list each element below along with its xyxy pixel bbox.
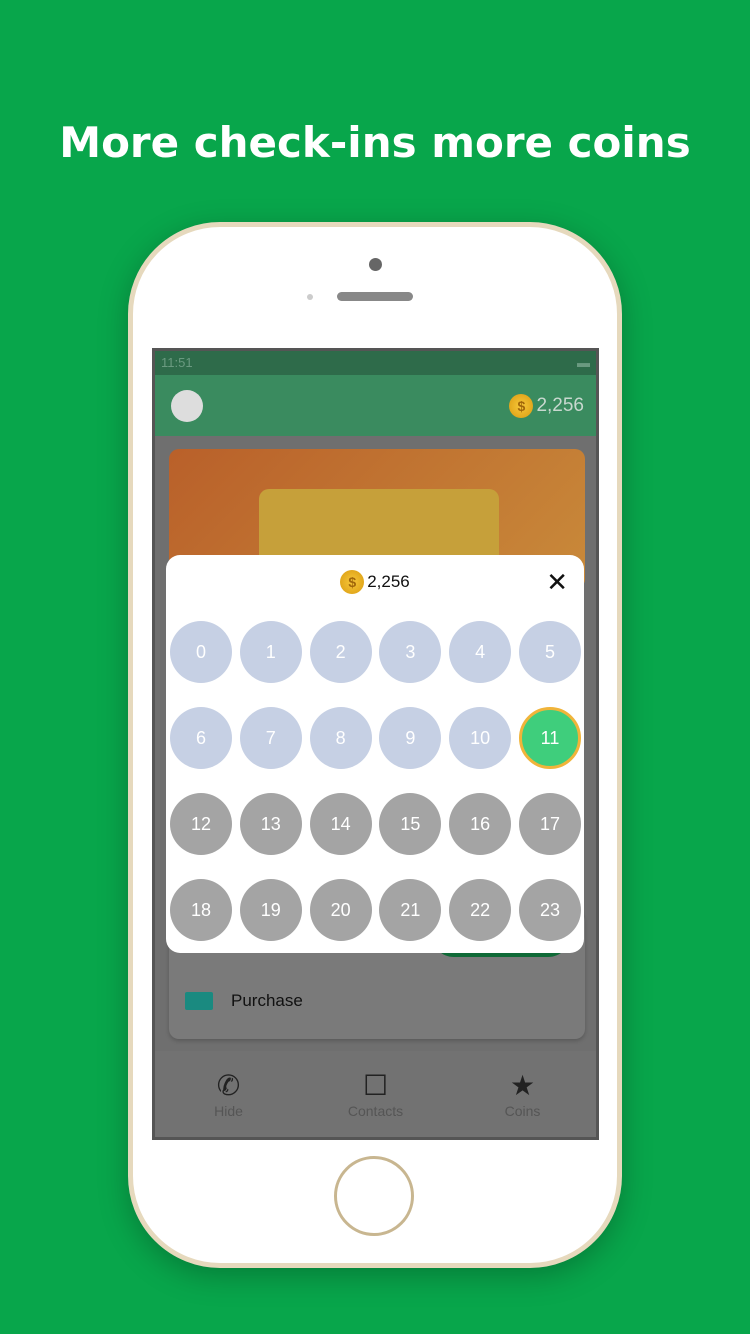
coin-icon: $: [509, 393, 534, 418]
status-time: 11:51: [161, 355, 193, 370]
balance-value: 2,256: [536, 394, 584, 416]
coin-balance: $2,256: [509, 393, 584, 418]
day-4-button[interactable]: 4: [449, 621, 512, 683]
tab-coins[interactable]: ★ Coins: [463, 1051, 583, 1137]
contacts-icon: ☐: [362, 1070, 389, 1101]
day-10-button[interactable]: 10: [449, 707, 512, 769]
day-22-button[interactable]: 22: [449, 879, 512, 941]
day-12-button[interactable]: 12: [170, 793, 232, 855]
star-icon: ★: [509, 1070, 536, 1101]
app-bar: $2,256: [155, 375, 596, 436]
day-0-button[interactable]: 0: [170, 621, 232, 683]
day-14-button[interactable]: 14: [309, 793, 372, 855]
status-bar: 11:51 ▬: [155, 351, 596, 375]
day-6-button[interactable]: 6: [170, 707, 232, 769]
headline: More check-ins more coins: [59, 118, 691, 167]
day-grid: 0 1 2 3 4 5 6 7 8 9 10 11 12 13 14 15 16 17 18 19 20 21 22 23: [170, 621, 581, 941]
profile-icon[interactable]: [171, 389, 203, 422]
phone-icon: ✆: [216, 1070, 241, 1101]
day-9-button[interactable]: 9: [379, 707, 442, 769]
battery-icon: ▬: [577, 355, 590, 370]
day-18-button[interactable]: 18: [170, 879, 232, 941]
day-23-button[interactable]: 23: [518, 879, 581, 941]
day-13-button[interactable]: 13: [239, 793, 302, 855]
tab-label: Contacts: [347, 1103, 404, 1119]
day-19-button[interactable]: 19: [239, 879, 302, 941]
sensor: [307, 294, 313, 300]
camera: [369, 258, 382, 271]
tab-bar: ✆ Hide ☐ Contacts ★ Coins: [155, 1051, 596, 1137]
day-7-button[interactable]: 7: [239, 707, 302, 769]
tab-label: Hide: [214, 1103, 243, 1119]
day-20-button[interactable]: 20: [309, 879, 372, 941]
tab-label: Coins: [504, 1103, 541, 1119]
day-5-button[interactable]: 5: [518, 621, 581, 683]
tab-hide[interactable]: ✆ Hide: [169, 1051, 289, 1137]
close-icon[interactable]: ✕: [546, 569, 568, 595]
day-16-button[interactable]: 16: [449, 793, 512, 855]
checkin-dialog: $2,256 ✕ 0 1 2 3 4 5 6 7 8 9 10 11 12 13 14 15 16 17 18 19 2…: [166, 555, 584, 953]
dialog-balance: $2,256: [166, 570, 584, 594]
speaker: [337, 292, 413, 301]
day-21-button[interactable]: 21: [379, 879, 442, 941]
day-17-button[interactable]: 17: [518, 793, 581, 855]
purchase-label: Purchase: [231, 991, 303, 1010]
day-3-button[interactable]: 3: [379, 621, 442, 683]
day-11-button[interactable]: 11: [518, 707, 581, 769]
day-2-button[interactable]: 2: [309, 621, 372, 683]
purchase-item[interactable]: Purchase: [185, 991, 303, 1011]
day-15-button[interactable]: 15: [379, 793, 442, 855]
credit-card-icon: [185, 992, 213, 1010]
home-button[interactable]: [334, 1156, 414, 1236]
tab-contacts[interactable]: ☐ Contacts: [316, 1051, 436, 1137]
dialog-balance-value: 2,256: [367, 572, 410, 591]
coin-icon: $: [340, 570, 365, 594]
day-1-button[interactable]: 1: [239, 621, 302, 683]
day-8-button[interactable]: 8: [309, 707, 372, 769]
